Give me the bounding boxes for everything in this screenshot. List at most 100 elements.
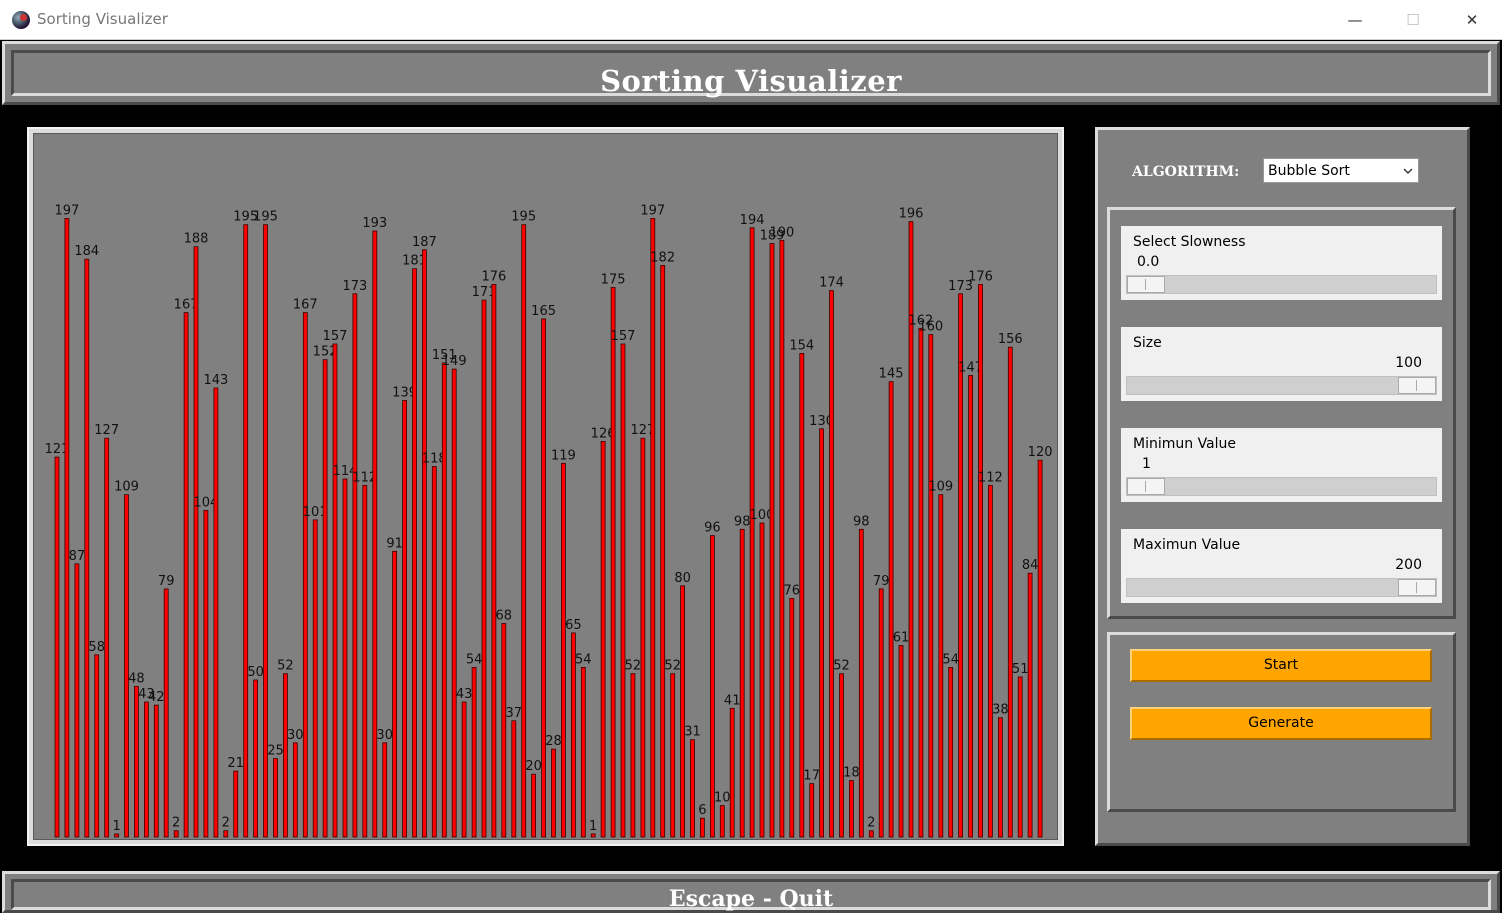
size-slider-thumb[interactable] <box>1398 377 1436 394</box>
bar <box>173 830 179 838</box>
bar <box>829 290 834 838</box>
algorithm-select[interactable]: Bubble Sort <box>1263 158 1419 183</box>
bar-value-label: 175 <box>601 273 626 288</box>
header-panel: Sorting Visualizer <box>2 41 1500 105</box>
bar-value-label: 31 <box>684 725 701 740</box>
bar-value-label: 54 <box>466 652 483 667</box>
bar-value-label: 50 <box>247 665 264 680</box>
bar <box>282 673 288 838</box>
minimize-icon: — <box>1347 11 1363 29</box>
bar <box>412 268 417 838</box>
bar-value-label: 98 <box>853 514 870 529</box>
bar-value-label: 79 <box>158 574 175 589</box>
bar <box>223 830 229 838</box>
bar-value-label: 25 <box>267 744 284 759</box>
close-button[interactable]: ✕ <box>1449 0 1495 40</box>
bar <box>104 437 110 838</box>
max-value-label: Maximun Value <box>1133 537 1241 553</box>
bar <box>918 327 924 838</box>
bar-value-label: 17 <box>803 769 820 784</box>
bar-value-label: 52 <box>625 659 642 674</box>
bar-canvas: 121 197 87 184 58 127 1 109 48 43 42 79 2 167 188 104 14… <box>33 133 1058 840</box>
bar <box>531 773 537 838</box>
bar-value-label: 194 <box>740 213 765 228</box>
bar-value-label: 52 <box>664 659 681 674</box>
slowness-value: 0.0 <box>1137 254 1160 270</box>
bar <box>700 817 705 838</box>
bar <box>600 440 606 838</box>
app-icon <box>12 11 30 29</box>
slowness-slider[interactable] <box>1126 275 1437 294</box>
bar-value-label: 79 <box>873 574 890 589</box>
bar-value-label: 112 <box>978 470 1003 485</box>
chevron-down-icon <box>1403 168 1413 174</box>
bar <box>580 667 586 838</box>
bar <box>501 623 507 838</box>
maximize-button[interactable]: ☐ <box>1390 0 1436 40</box>
bar <box>521 224 527 838</box>
bar <box>948 667 954 838</box>
bar-value-label: 157 <box>611 329 636 344</box>
bar-value-label: 197 <box>640 203 665 218</box>
bar <box>729 707 735 838</box>
bar <box>551 748 556 838</box>
min-value-slider[interactable] <box>1126 477 1437 496</box>
bar-value-label: 28 <box>545 734 562 749</box>
bar <box>94 654 100 838</box>
bar <box>233 770 239 838</box>
slowness-slider-card: Select Slowness 0.0 <box>1121 226 1442 300</box>
bar-value-label: 10 <box>714 791 731 806</box>
bar <box>322 359 328 838</box>
bar-value-label: 156 <box>998 332 1023 347</box>
bar <box>1027 572 1033 838</box>
bar <box>561 462 566 838</box>
bar <box>789 597 795 838</box>
max-value-slider-thumb[interactable] <box>1398 579 1436 596</box>
window-title: Sorting Visualizer <box>37 10 168 28</box>
bar <box>650 218 656 838</box>
min-value-slider-card: Minimun Value 1 <box>1121 428 1442 502</box>
bar <box>620 343 626 838</box>
bar-value-label: 68 <box>496 609 513 624</box>
header-inner-frame: Sorting Visualizer <box>11 50 1491 98</box>
size-slider[interactable] <box>1126 376 1437 395</box>
bar-value-label: 6 <box>698 803 706 818</box>
bar <box>1007 346 1013 838</box>
bar-value-label: 143 <box>203 373 228 388</box>
bar <box>541 318 547 838</box>
bar-value-label: 48 <box>128 671 145 686</box>
generate-button[interactable]: Generate <box>1130 707 1432 740</box>
slowness-slider-thumb[interactable] <box>1127 276 1165 293</box>
max-value-slider-card: Maximun Value 200 <box>1121 529 1442 603</box>
bar-value-label: 54 <box>942 652 959 667</box>
size-label: Size <box>1133 335 1162 351</box>
minimize-button[interactable]: — <box>1332 0 1378 40</box>
bar <box>640 437 646 838</box>
page-title: Sorting Visualizer <box>600 64 902 98</box>
start-button[interactable]: Start <box>1130 649 1432 682</box>
bar-value-label: 30 <box>287 728 304 743</box>
max-value-slider[interactable] <box>1126 578 1437 597</box>
bar <box>660 265 666 838</box>
bar-value-label: 38 <box>992 703 1009 718</box>
bar-value-label: 2 <box>867 816 875 831</box>
bar <box>193 246 199 838</box>
bar <box>362 484 368 838</box>
bar <box>312 519 318 838</box>
bar-value-label: 21 <box>227 756 244 771</box>
bar <box>819 428 824 838</box>
bar-value-label: 109 <box>114 480 139 495</box>
bar-value-label: 1 <box>112 819 120 834</box>
bar-value-label: 30 <box>376 728 393 743</box>
bar-value-label: 18 <box>843 766 860 781</box>
bar <box>739 528 745 838</box>
min-value-slider-thumb[interactable] <box>1127 478 1165 495</box>
bar <box>134 685 139 838</box>
bar <box>481 299 487 838</box>
bar <box>431 466 437 838</box>
bar <box>292 742 298 838</box>
bar <box>998 717 1003 838</box>
bar-value-label: 187 <box>412 235 437 250</box>
bar <box>302 312 308 838</box>
bar-value-label: 37 <box>506 706 523 721</box>
